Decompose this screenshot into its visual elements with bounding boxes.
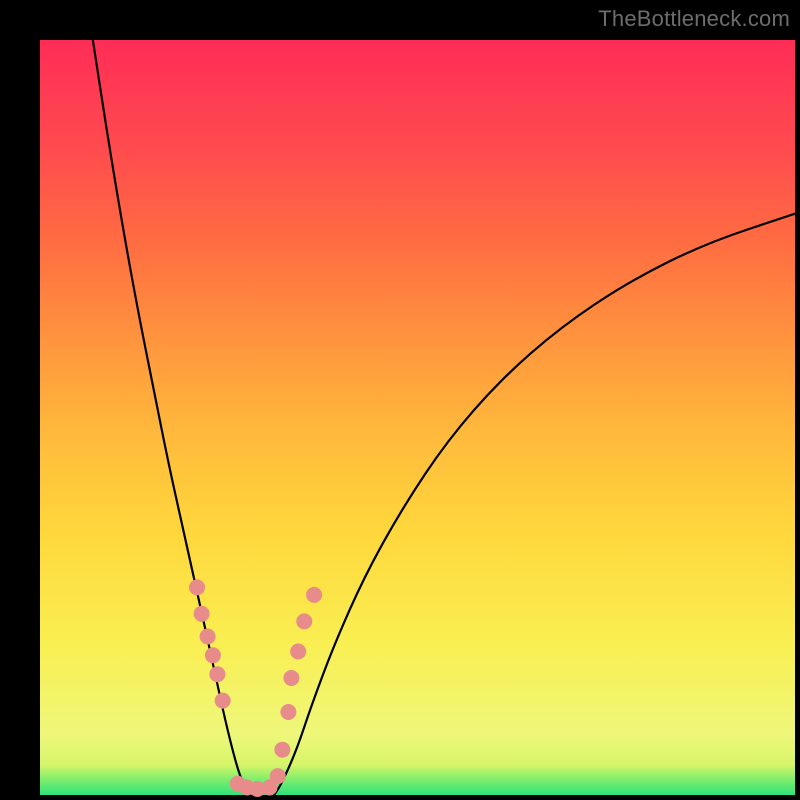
sample-point: [194, 606, 210, 622]
sample-point: [200, 629, 216, 645]
sample-point: [270, 768, 286, 784]
sample-point: [205, 647, 221, 663]
sample-point: [209, 666, 225, 682]
sample-point: [215, 693, 231, 709]
curve-layer: [40, 40, 795, 795]
chart-frame: TheBottleneck.com: [0, 0, 800, 800]
sample-point: [283, 670, 299, 686]
plot-area: [40, 40, 795, 795]
sample-point: [306, 587, 322, 603]
sample-point: [296, 613, 312, 629]
sample-point: [290, 644, 306, 660]
curve-right: [274, 214, 795, 795]
sample-point: [274, 742, 290, 758]
curve-left: [93, 40, 250, 795]
watermark-text: TheBottleneck.com: [598, 6, 790, 32]
sample-points: [189, 579, 322, 797]
sample-point: [189, 579, 205, 595]
sample-point: [280, 704, 296, 720]
